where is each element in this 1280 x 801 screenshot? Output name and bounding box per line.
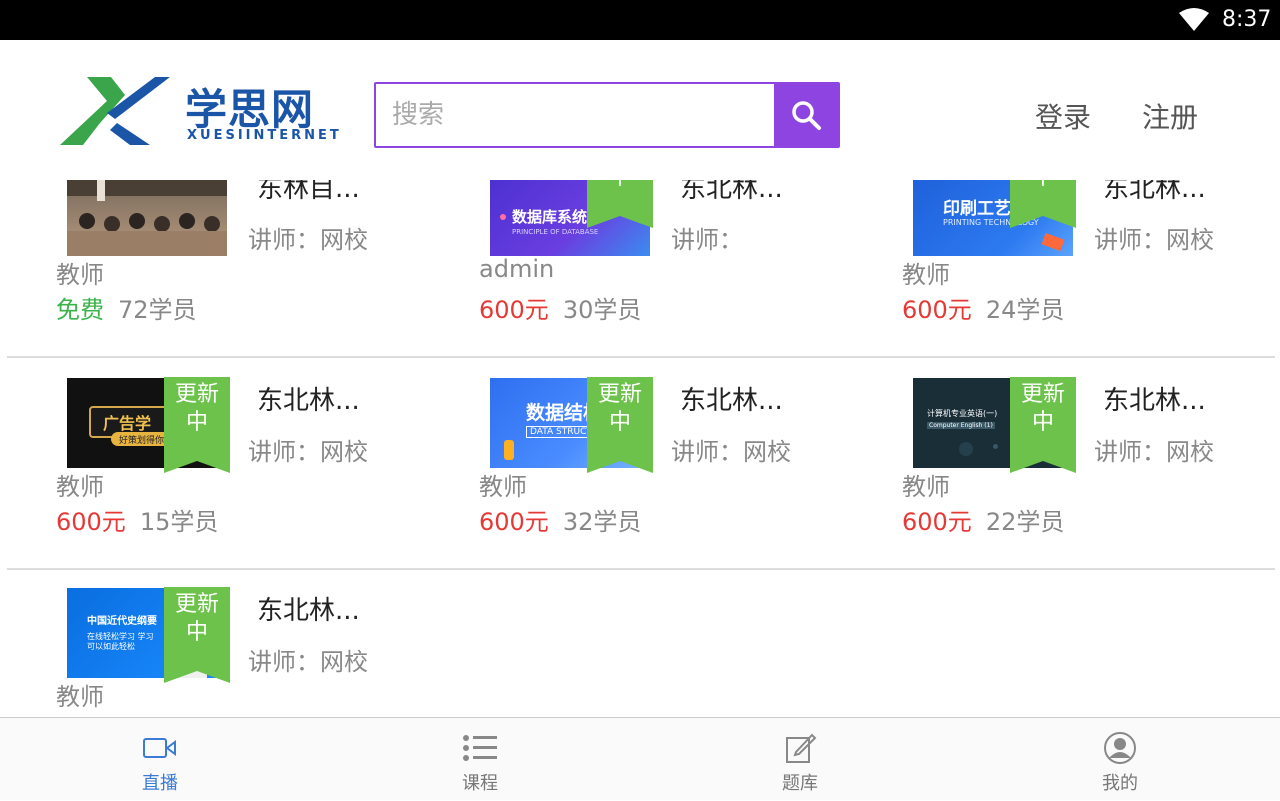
course-teacher: 讲师：网校 bbox=[248, 438, 368, 466]
course-teacher: 讲师： bbox=[671, 226, 743, 254]
course-card[interactable]: 东林目... 讲师：网校 教师 免费 72学员 bbox=[7, 180, 430, 358]
course-meta: 600元 24学员 bbox=[902, 290, 1064, 325]
course-title: 东北林... bbox=[1103, 180, 1206, 204]
thumbnail-text: 广告学 bbox=[103, 414, 152, 433]
course-students: 72学员 bbox=[118, 296, 197, 324]
course-students: 24学员 bbox=[985, 296, 1065, 324]
updating-badge: 更新中 bbox=[587, 377, 653, 473]
register-link[interactable]: 注册 bbox=[1142, 96, 1198, 136]
video-icon bbox=[143, 738, 176, 758]
updating-badge: 更新中 bbox=[164, 377, 230, 473]
tab-label: 课程 bbox=[462, 773, 498, 794]
thumbnail-text: 中国近代史纲要 bbox=[87, 616, 157, 627]
course-title: 东林目... bbox=[257, 180, 360, 204]
course-card[interactable]: 计算机专业英语(一) Computer English (1) 更新中 东北林.… bbox=[853, 360, 1276, 570]
search-button[interactable] bbox=[774, 84, 838, 146]
course-teacher: 讲师：网校 bbox=[671, 438, 791, 466]
updating-badge: 更新中 bbox=[1010, 180, 1076, 228]
tab-live[interactable]: 直播 bbox=[0, 718, 320, 801]
course-teacher-cont: 教师 bbox=[56, 261, 104, 289]
course-row: 广告学 好策划得你的 更新中 东北林... 讲师：网校 教师 600元 15学员 … bbox=[7, 360, 1275, 570]
course-card[interactable]: 数据结构 DATA STRUCTURE 更新中 东北林... 讲师：网校 教师 … bbox=[430, 360, 853, 570]
course-row: 东林目... 讲师：网校 教师 免费 72学员 数据库系统 PRINCIPLE O… bbox=[7, 180, 1275, 358]
login-link[interactable]: 登录 bbox=[1035, 96, 1091, 136]
course-teacher-cont: 教师 bbox=[902, 473, 950, 501]
bottom-tab-bar: 直播 课程 题库 我的 bbox=[0, 717, 1280, 800]
course-students: 32学员 bbox=[562, 508, 642, 536]
course-teacher-cont: admin bbox=[479, 255, 555, 283]
course-teacher: 讲师：网校 bbox=[248, 226, 368, 254]
course-card[interactable]: 中国近代史纲要 在线轻松学习 学习可以如此轻松 更新中 东北林... 讲师：网校… bbox=[7, 570, 430, 717]
course-meta: 免费 72学员 bbox=[56, 290, 197, 325]
clock: 8:37 bbox=[1222, 7, 1272, 32]
course-meta: 600元 30学员 bbox=[479, 290, 641, 325]
wifi-icon bbox=[1179, 8, 1209, 31]
course-card[interactable]: 数据库系统 PRINCIPLE OF DATABASE 更新中 东北林... 讲… bbox=[430, 180, 853, 358]
course-teacher: 讲师：网校 bbox=[248, 648, 368, 676]
thumbnail-subtext: 在线轻松学习 学习可以如此轻松 bbox=[87, 632, 154, 651]
course-teacher-cont: 教师 bbox=[902, 261, 950, 289]
tab-label: 我的 bbox=[1102, 773, 1138, 794]
course-price: 600元 bbox=[56, 508, 126, 536]
course-card[interactable]: 印刷工艺 PRINTING TECHNOLOGY 更新中 东北林... 讲师：网… bbox=[853, 180, 1276, 358]
course-thumbnail bbox=[67, 180, 227, 256]
course-teacher: 讲师：网校 bbox=[1094, 226, 1214, 254]
course-students: 30学员 bbox=[562, 296, 642, 324]
tab-label: 题库 bbox=[782, 773, 818, 794]
course-title: 东北林... bbox=[257, 386, 360, 416]
course-teacher-cont: 教师 bbox=[56, 473, 104, 501]
thumbnail-text: 计算机专业英语(一) bbox=[927, 409, 998, 418]
course-title: 东北林... bbox=[1103, 386, 1206, 416]
logo-subtext: XUESIINTERNET bbox=[187, 128, 342, 143]
course-meta: 600元 22学员 bbox=[902, 502, 1064, 537]
tab-question-bank[interactable]: 题库 bbox=[640, 718, 960, 801]
list-icon bbox=[463, 735, 497, 761]
updating-badge: 更新中 bbox=[587, 180, 653, 228]
edit-icon bbox=[786, 733, 817, 763]
course-price: 600元 bbox=[902, 296, 972, 324]
search-input[interactable] bbox=[376, 84, 776, 146]
course-list[interactable]: 东林目... 讲师：网校 教师 免费 72学员 数据库系统 PRINCIPLE O… bbox=[0, 180, 1280, 717]
thumbnail-text: 数据库系统 bbox=[512, 208, 588, 226]
course-title: 东北林... bbox=[680, 180, 783, 204]
course-students: 15学员 bbox=[139, 508, 219, 536]
status-bar: 8:37 bbox=[0, 0, 1280, 40]
tab-mine[interactable]: 我的 bbox=[960, 718, 1280, 801]
course-students: 22学员 bbox=[985, 508, 1065, 536]
thumbnail-text: 印刷工艺 bbox=[943, 199, 1011, 219]
app-header: 学思网 XUESIINTERNET 登录 注册 bbox=[0, 40, 1280, 180]
course-title: 东北林... bbox=[680, 386, 783, 416]
search-bar bbox=[374, 82, 840, 148]
course-price: 免费 bbox=[56, 296, 104, 324]
search-icon bbox=[792, 101, 821, 130]
course-teacher: 讲师：网校 bbox=[1094, 438, 1214, 466]
course-meta: 600元 32学员 bbox=[479, 502, 641, 537]
course-row: 中国近代史纲要 在线轻松学习 学习可以如此轻松 更新中 东北林... 讲师：网校… bbox=[7, 570, 1275, 717]
course-teacher-cont: 教师 bbox=[479, 473, 527, 501]
course-price: 600元 bbox=[902, 508, 972, 536]
course-title: 东北林... bbox=[257, 596, 360, 626]
tab-courses[interactable]: 课程 bbox=[320, 718, 640, 801]
tab-label: 直播 bbox=[142, 773, 178, 794]
updating-badge: 更新中 bbox=[164, 587, 230, 683]
course-price: 600元 bbox=[479, 296, 549, 324]
updating-badge: 更新中 bbox=[1010, 377, 1076, 473]
thumbnail-subtext: PRINCIPLE OF DATABASE bbox=[512, 228, 599, 236]
course-teacher-cont: 教师 bbox=[56, 683, 104, 711]
course-card[interactable]: 广告学 好策划得你的 更新中 东北林... 讲师：网校 教师 600元 15学员 bbox=[7, 360, 430, 570]
course-price: 600元 bbox=[479, 508, 549, 536]
user-icon bbox=[1104, 732, 1136, 764]
course-meta: 600元 15学员 bbox=[56, 502, 218, 537]
thumbnail-subtext: Computer English (1) bbox=[927, 422, 995, 429]
